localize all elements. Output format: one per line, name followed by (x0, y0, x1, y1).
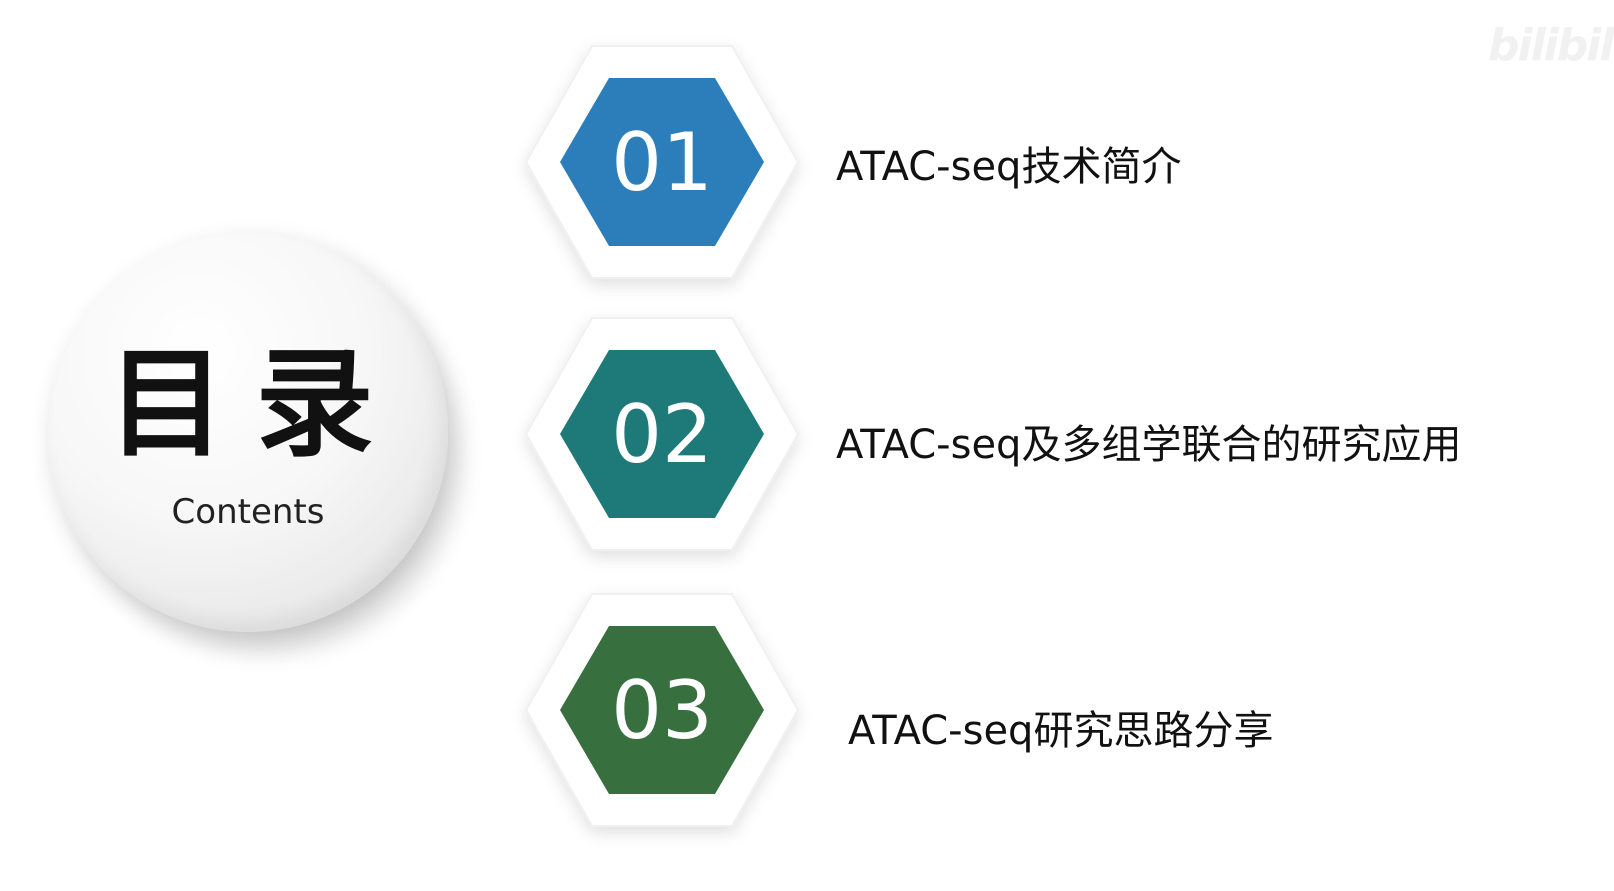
item-03-hexagon: 03 (522, 588, 802, 833)
item-number: 02 (611, 387, 713, 481)
item-number: 03 (611, 663, 713, 757)
item-02-label: ATAC-seq及多组学联合的研究应用 (836, 422, 1462, 468)
item-03-label: ATAC-seq研究思路分享 (848, 708, 1274, 754)
item-02-hexagon: 02 (522, 312, 802, 557)
bilibili-watermark: bilibili (1488, 20, 1614, 71)
item-01-hexagon: 01 (522, 40, 802, 285)
item-number: 01 (611, 115, 713, 209)
item-01-label: ATAC-seq技术简介 (836, 144, 1182, 190)
page-title: 目录 (107, 335, 404, 473)
page-subtitle: Contents (171, 492, 325, 532)
